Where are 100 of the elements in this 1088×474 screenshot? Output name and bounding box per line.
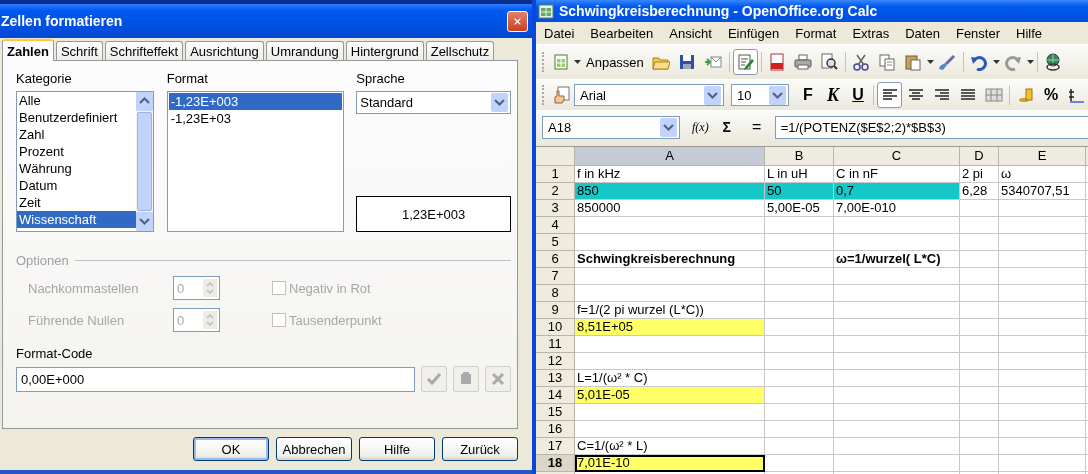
column-header[interactable]: C — [834, 147, 960, 166]
menu-item[interactable]: Fenster — [947, 25, 1008, 41]
menu-item[interactable]: Hilfe — [1008, 25, 1051, 41]
bold-button[interactable]: F — [796, 82, 820, 108]
list-item[interactable]: Alle — [17, 92, 136, 109]
tab[interactable]: Umrandung — [265, 41, 344, 60]
table-cell — [960, 421, 999, 438]
row-header[interactable]: 4 — [536, 217, 575, 234]
table-cell: 6,28 — [960, 183, 999, 200]
row-header[interactable]: 16 — [536, 421, 575, 438]
table-cell: Schwingkreisberechnung — [575, 251, 765, 268]
column-header[interactable]: E — [999, 147, 1086, 166]
list-item[interactable]: Datum — [17, 177, 136, 194]
customize-button[interactable]: Anpassen — [582, 54, 648, 70]
row-header[interactable]: 6 — [536, 251, 575, 268]
table-cell: 50 — [765, 183, 834, 200]
row-header[interactable]: 1 — [536, 166, 575, 183]
format-code-field[interactable]: 0,00E+000 — [16, 366, 416, 392]
list-item[interactable]: Prozent — [17, 143, 136, 160]
tab[interactable]: Schrift — [55, 41, 103, 60]
row-header[interactable]: 9 — [536, 302, 575, 319]
menu-item[interactable]: Einfügen — [719, 25, 788, 41]
caret-icon[interactable] — [574, 60, 581, 64]
list-item[interactable]: Währung — [17, 160, 136, 177]
tab[interactable]: Schrifteffekt — [104, 41, 184, 60]
row-header[interactable]: 3 — [536, 200, 575, 217]
column-header[interactable]: A — [575, 147, 765, 166]
column-header[interactable]: B — [765, 147, 834, 166]
table-cell: 5340707,51 — [999, 183, 1086, 200]
spreadsheet-icon — [537, 2, 555, 20]
table-cell: 0,7 — [834, 183, 960, 200]
menu-item[interactable]: Extras — [844, 25, 898, 41]
list-item[interactable]: -1,23E+03 — [168, 110, 343, 127]
tab[interactable]: Zahlen — [2, 39, 54, 61]
menu-item[interactable]: Datei — [536, 25, 583, 41]
function-button[interactable]: = — [744, 114, 769, 140]
tab[interactable]: Ausrichtung — [185, 41, 264, 60]
dialog-button[interactable]: Hilfe — [359, 437, 435, 461]
row-header[interactable]: 8 — [536, 285, 575, 302]
row-header[interactable]: 11 — [536, 336, 575, 353]
caret-icon[interactable] — [1026, 60, 1034, 64]
dialog-button[interactable]: Zurück — [442, 437, 518, 461]
table-cell — [765, 234, 834, 251]
scrollbar-thumb[interactable] — [136, 112, 152, 211]
window-title: Schwingkreisberechnung - OpenOffice.org Calc — [559, 3, 878, 19]
table-cell — [765, 353, 834, 370]
function-wizard-button[interactable]: f(x) — [692, 119, 709, 135]
scroll-up-icon[interactable] — [135, 92, 153, 111]
row-header[interactable]: 17 — [536, 438, 575, 455]
row-header[interactable]: 7 — [536, 268, 575, 285]
name-box[interactable]: A18 — [542, 115, 680, 139]
row-header[interactable]: 14 — [536, 387, 575, 404]
checkbox-label: Tausenderpunkt — [289, 312, 382, 328]
scroll-down-icon[interactable] — [135, 212, 153, 231]
caret-icon[interactable] — [926, 60, 934, 64]
caret-icon[interactable] — [992, 60, 1000, 64]
table-cell — [765, 387, 834, 404]
percent-button[interactable]: % — [1039, 82, 1063, 108]
list-item[interactable]: -1,23E+003 — [168, 93, 343, 110]
field-label: Nachkommastellen — [28, 280, 140, 296]
menu-item[interactable]: Format — [787, 25, 845, 41]
italic-button[interactable]: K — [821, 82, 845, 108]
tab[interactable]: Hintergrund — [345, 41, 424, 60]
menu-item[interactable]: Bearbeiten — [582, 25, 662, 41]
table-cell: 5,01E-05 — [575, 387, 765, 404]
font-name-field[interactable]: Arial — [574, 84, 724, 106]
table-cell: 8,51E+05 — [575, 319, 765, 336]
language-dropdown[interactable]: Standard — [356, 91, 511, 114]
table-cell — [960, 234, 999, 251]
dialog-button[interactable]: Abbrechen — [276, 437, 352, 461]
tab[interactable]: Zellschutz — [425, 41, 495, 60]
font-size-field[interactable]: 10 — [731, 84, 789, 106]
close-button[interactable] — [507, 10, 528, 32]
row-header[interactable]: 13 — [536, 370, 575, 387]
table-cell — [765, 217, 834, 234]
table-cell — [960, 302, 999, 319]
table-cell — [960, 438, 999, 455]
checkbox-label: Negativ in Rot — [289, 280, 371, 296]
list-item[interactable]: Zeit — [17, 194, 136, 211]
menu-item[interactable]: Daten — [897, 25, 948, 41]
dialog-button[interactable]: OK — [193, 437, 269, 461]
list-item[interactable]: Wissenschaft — [17, 211, 136, 228]
table-cell: ω — [999, 166, 1086, 183]
scrollbar[interactable] — [135, 92, 153, 231]
list-item[interactable]: Benutzerdefiniert — [17, 109, 136, 126]
field-label: Format — [166, 71, 209, 88]
list-item[interactable]: Zahl — [17, 126, 136, 143]
table-cell — [765, 438, 834, 455]
formula-input[interactable]: =1/(POTENZ($E$2;2)*$B$3) — [774, 115, 1088, 139]
column-header[interactable]: D — [960, 147, 999, 166]
row-header[interactable]: 15 — [536, 404, 575, 421]
sum-button[interactable]: Σ — [714, 114, 739, 140]
row-header[interactable]: 18 — [536, 455, 575, 472]
row-header[interactable]: 2 — [536, 183, 575, 200]
menu-item[interactable]: Ansicht — [661, 25, 720, 41]
underline-button[interactable]: U — [846, 82, 870, 108]
row-header[interactable]: 12 — [536, 353, 575, 370]
row-header[interactable]: 5 — [536, 234, 575, 251]
table-cell — [765, 421, 834, 438]
row-header[interactable]: 10 — [536, 319, 575, 336]
